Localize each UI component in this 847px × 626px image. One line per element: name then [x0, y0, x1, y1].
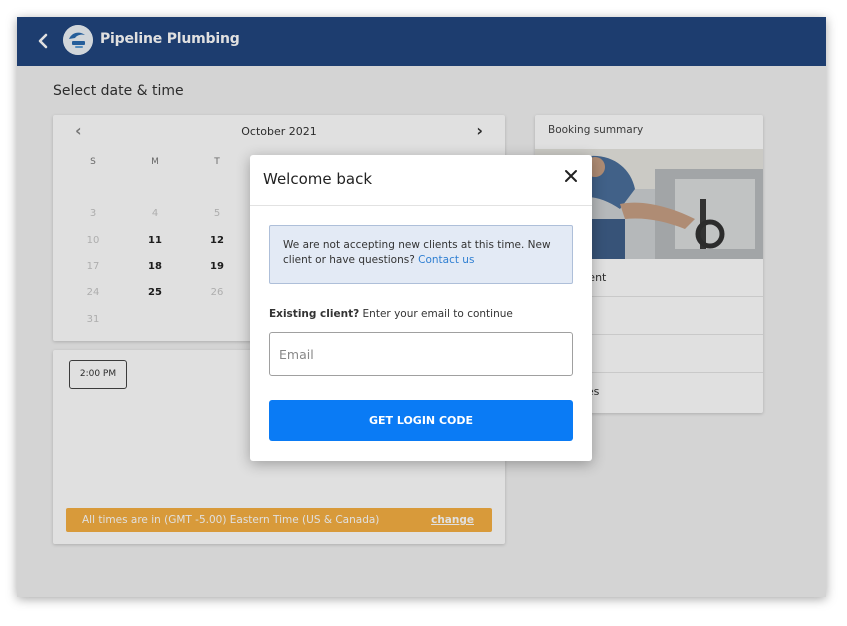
modal-divider [250, 205, 592, 206]
notice-text: We are not accepting new clients at this… [283, 239, 551, 266]
email-instruction: Enter your email to continue [362, 308, 513, 320]
notice-box: We are not accepting new clients at this… [269, 225, 573, 284]
modal-title: Welcome back [263, 170, 373, 188]
contact-us-link[interactable]: Contact us [418, 254, 474, 266]
email-label: Existing client? Enter your email to con… [269, 308, 513, 320]
email-field[interactable] [269, 332, 573, 376]
app-window: Pipeline Plumbing Select date & time ‹ O… [17, 17, 826, 597]
welcome-modal: Welcome back We are not accepting new cl… [250, 155, 592, 461]
get-login-code-button[interactable]: GET LOGIN CODE [269, 400, 573, 441]
close-icon[interactable] [562, 167, 580, 185]
existing-client-label: Existing client? [269, 308, 360, 320]
